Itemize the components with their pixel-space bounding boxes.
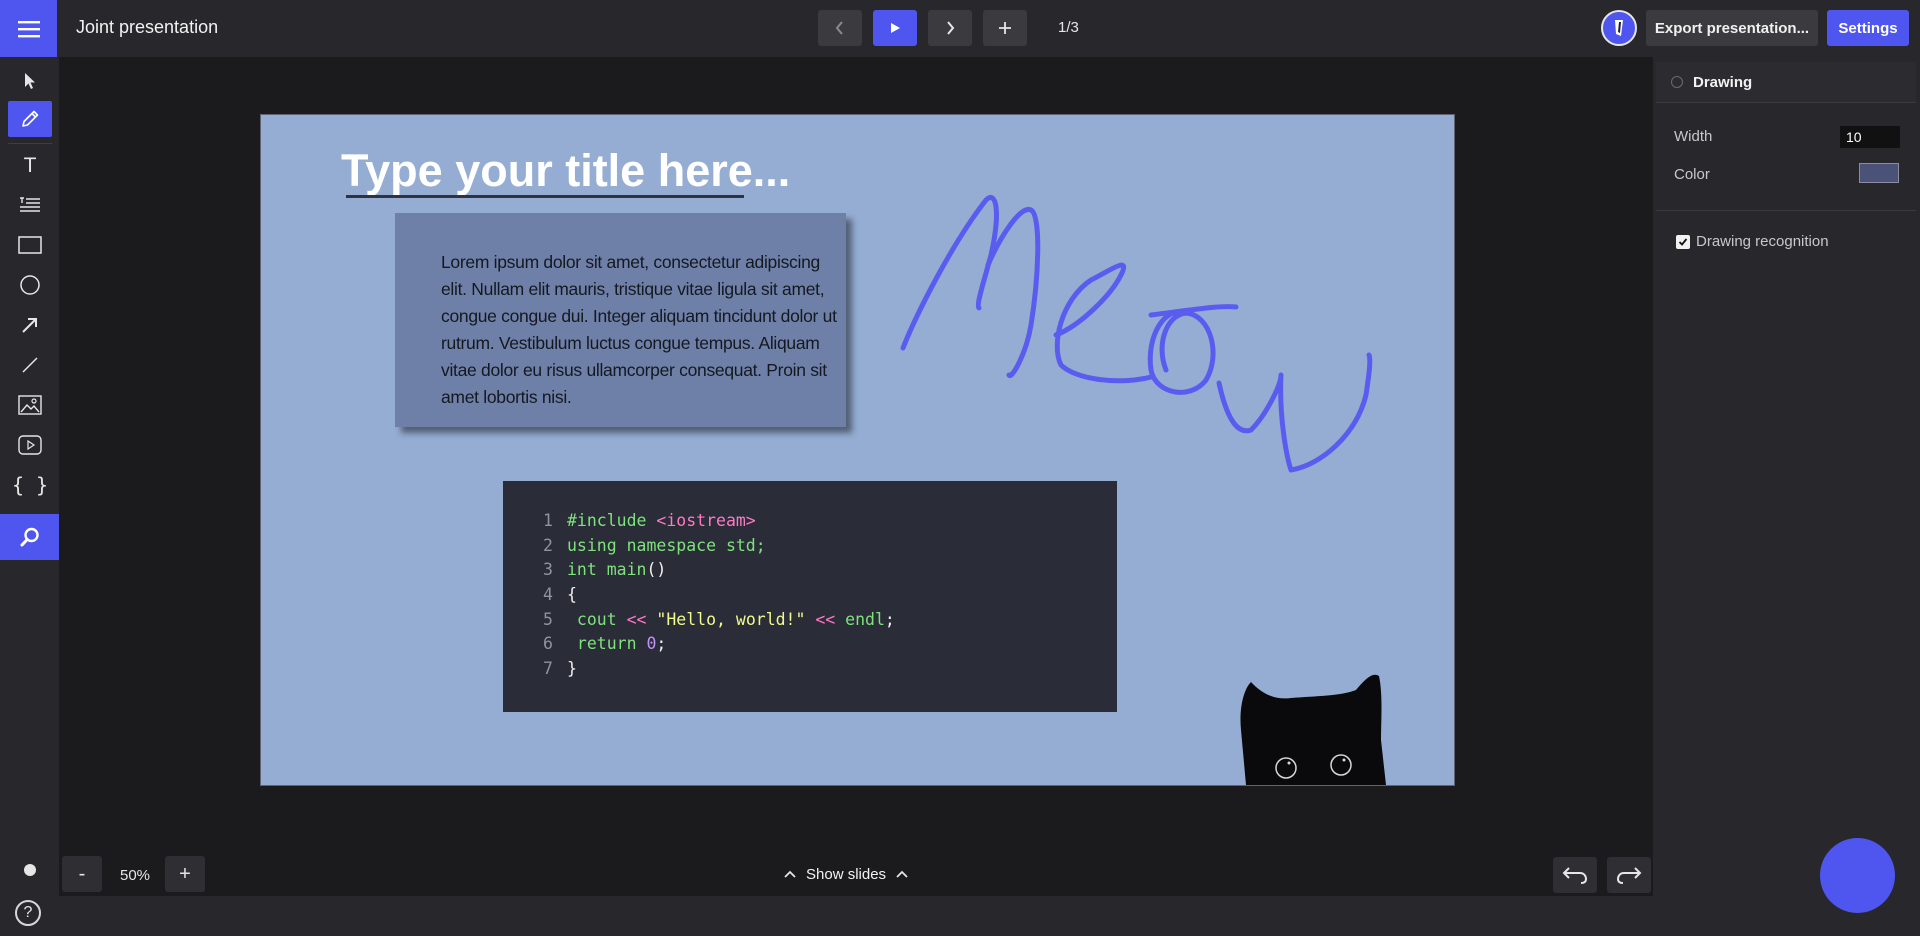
list-tool[interactable] xyxy=(8,187,52,223)
arrow-icon xyxy=(22,318,37,333)
pen-icon xyxy=(22,110,39,127)
color-label: Color xyxy=(1674,166,1710,183)
settings-button[interactable]: Settings xyxy=(1827,10,1909,46)
export-presentation-button[interactable]: Export presentation... xyxy=(1646,10,1818,46)
show-slides-label: Show slides xyxy=(806,865,887,883)
chevron-right-icon xyxy=(947,21,955,35)
panel-divider xyxy=(1656,210,1916,211)
redo-icon xyxy=(1616,867,1642,884)
line-tool[interactable] xyxy=(8,347,52,383)
help-icon: ? xyxy=(23,904,33,921)
arrow-tool[interactable] xyxy=(8,307,52,343)
cat-image[interactable] xyxy=(1231,670,1401,785)
checkmark-icon xyxy=(1678,238,1688,246)
zoom-out-button[interactable]: - xyxy=(62,856,102,892)
chevron-up-icon xyxy=(784,870,796,878)
undo-button[interactable] xyxy=(1553,857,1597,893)
connection-status-dot xyxy=(24,864,36,876)
select-tool[interactable] xyxy=(8,63,52,99)
drawing-recognition-checkbox[interactable] xyxy=(1676,235,1690,249)
plus-icon xyxy=(999,22,1011,34)
chevron-up-icon xyxy=(896,870,908,878)
search-tool[interactable] xyxy=(0,514,59,560)
circle-tool[interactable] xyxy=(8,267,52,303)
list-icon xyxy=(20,197,40,212)
user-avatar-icon xyxy=(1615,20,1623,36)
menu-button[interactable] xyxy=(0,0,57,57)
next-slide-button[interactable] xyxy=(928,10,972,46)
previous-slide-button[interactable] xyxy=(818,10,862,46)
circle-icon xyxy=(20,275,40,295)
redo-button[interactable] xyxy=(1607,857,1651,893)
text-icon: T xyxy=(23,154,37,177)
slide-counter: 1/3 xyxy=(1058,19,1079,36)
plus-icon: + xyxy=(179,862,191,885)
select-icon xyxy=(25,73,35,89)
panel-divider xyxy=(1656,102,1916,103)
section-indicator-icon xyxy=(1671,76,1683,88)
help-button[interactable]: ? xyxy=(15,900,41,926)
hamburger-icon xyxy=(17,20,40,37)
video-icon xyxy=(18,435,42,455)
text-tool[interactable]: T xyxy=(8,148,52,184)
width-input[interactable] xyxy=(1840,126,1900,148)
presentation-title[interactable]: Joint presentation xyxy=(76,17,218,38)
zoom-in-button[interactable]: + xyxy=(165,856,205,892)
drawing-recognition-label[interactable]: Drawing recognition xyxy=(1696,233,1829,250)
zoom-level: 50% xyxy=(120,867,151,884)
show-slides-toggle[interactable]: Show slides xyxy=(784,864,908,884)
chevron-left-icon xyxy=(835,21,843,35)
panel-section-title: Drawing xyxy=(1693,74,1753,91)
search-icon xyxy=(20,527,39,547)
line-icon xyxy=(22,357,38,373)
code-tool[interactable]: { } xyxy=(8,467,52,503)
play-button[interactable] xyxy=(873,10,917,46)
rectangle-tool[interactable] xyxy=(8,227,52,263)
image-tool[interactable] xyxy=(8,387,52,423)
pen-tool[interactable] xyxy=(8,101,52,137)
width-label: Width xyxy=(1674,128,1713,145)
rectangle-icon xyxy=(18,236,42,254)
video-tool[interactable] xyxy=(8,427,52,463)
play-icon xyxy=(891,23,900,33)
toolbar-divider xyxy=(8,143,52,144)
floating-action-button[interactable] xyxy=(1820,838,1895,913)
add-slide-button[interactable] xyxy=(983,10,1027,46)
slides-tray xyxy=(59,896,1653,936)
color-swatch[interactable] xyxy=(1859,163,1899,183)
properties-panel xyxy=(1653,57,1920,936)
code-icon: { } xyxy=(11,473,49,497)
user-avatar[interactable] xyxy=(1601,10,1637,46)
image-icon xyxy=(18,395,42,415)
minus-icon: - xyxy=(78,862,86,885)
undo-icon xyxy=(1562,867,1588,884)
slide-canvas[interactable]: Type your title here... Lorem ipsum dolo… xyxy=(260,114,1455,786)
